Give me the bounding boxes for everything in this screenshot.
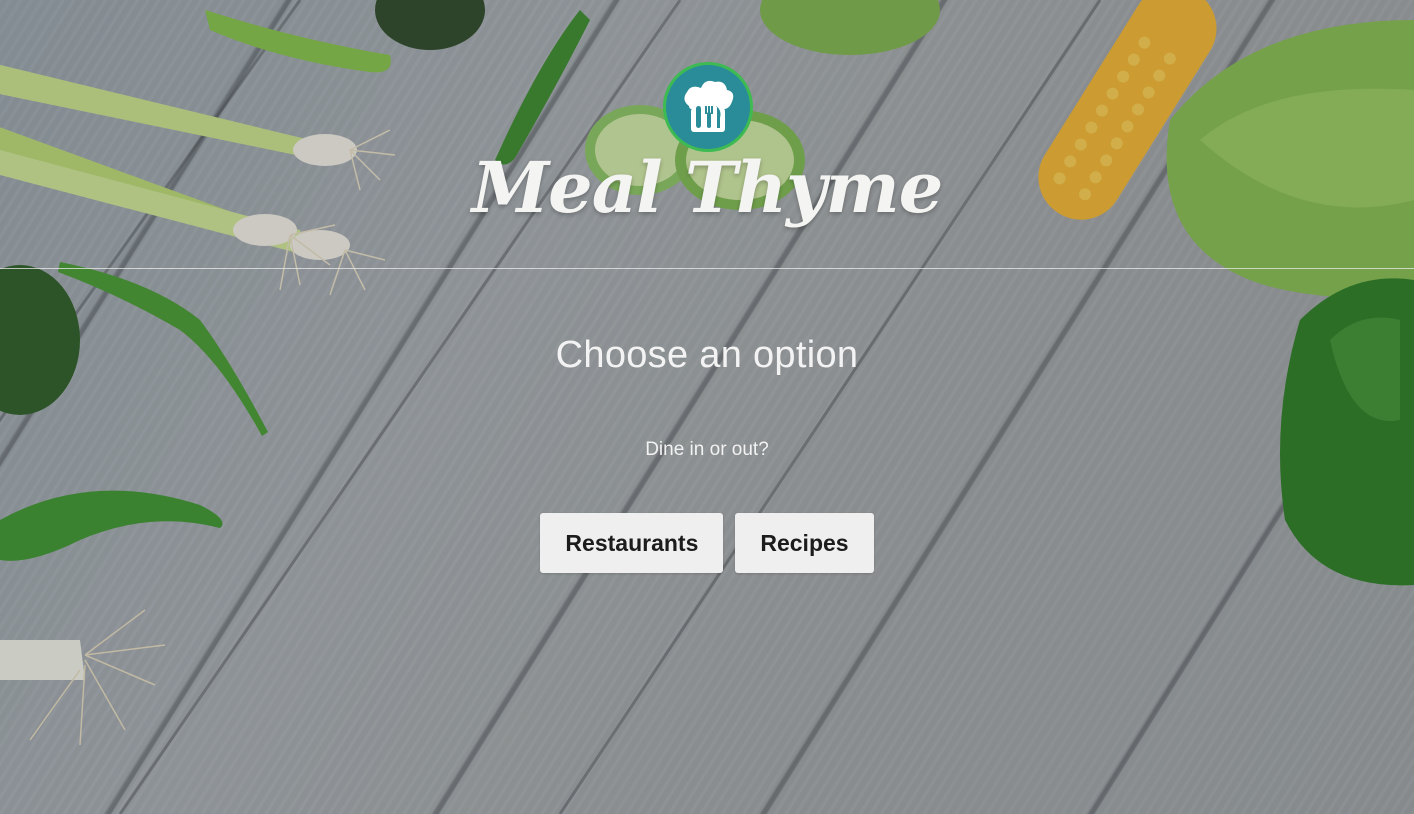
landing-page: Meal Thyme Choose an option Dine in or o… — [0, 0, 1414, 814]
page-subheading: Dine in or out? — [645, 439, 769, 460]
option-buttons: Restaurants Recipes — [0, 513, 1414, 573]
page-heading: Choose an option — [555, 334, 859, 376]
restaurants-button[interactable]: Restaurants — [540, 513, 724, 573]
site-header: Meal Thyme — [0, 0, 1414, 269]
logo[interactable] — [663, 62, 753, 152]
recipes-button[interactable]: Recipes — [735, 513, 874, 573]
brand-title: Meal Thyme — [471, 146, 944, 229]
chef-hat-utensils-icon — [684, 80, 734, 132]
